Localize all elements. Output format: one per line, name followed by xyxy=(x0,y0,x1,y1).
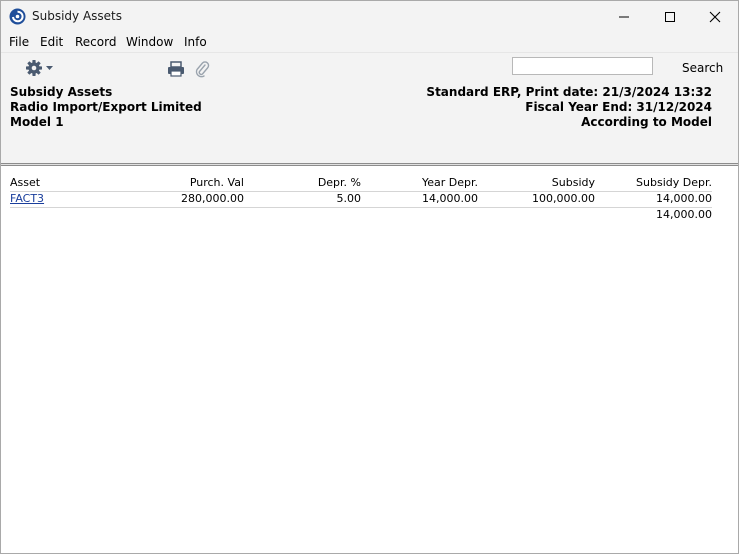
title-bar: Subsidy Assets xyxy=(1,1,738,32)
paperclip-icon[interactable] xyxy=(194,60,210,78)
print-icon[interactable] xyxy=(167,61,185,77)
maximize-icon xyxy=(665,11,675,22)
close-icon xyxy=(709,11,721,22)
report-title: Subsidy Assets xyxy=(10,85,113,99)
subsidy-depr-cell: 14,000.00 xyxy=(656,192,712,205)
app-logo-icon xyxy=(9,8,26,25)
column-header-subsidy: Subsidy xyxy=(551,176,595,189)
close-button[interactable] xyxy=(692,1,738,32)
column-header-asset: Asset xyxy=(10,176,41,189)
menu-bar: File Edit Record Window Info xyxy=(1,32,738,52)
menu-info[interactable]: Info xyxy=(184,35,207,49)
header-divider xyxy=(10,191,712,192)
window-title: Subsidy Assets xyxy=(32,9,123,23)
purch-val-cell: 280,000.00 xyxy=(181,192,244,205)
search-button[interactable]: Search xyxy=(682,61,723,75)
subsidy-cell: 100,000.00 xyxy=(532,192,595,205)
search-input[interactable] xyxy=(512,57,653,75)
print-date: Standard ERP, Print date: 21/3/2024 13:3… xyxy=(426,85,712,99)
minimize-icon xyxy=(619,16,629,17)
year-depr-cell: 14,000.00 xyxy=(422,192,478,205)
column-header-depr-pct: Depr. % xyxy=(317,176,361,189)
model-name: Model 1 xyxy=(10,115,64,129)
header-separator xyxy=(1,163,738,166)
menu-edit[interactable]: Edit xyxy=(40,35,63,49)
maximize-button[interactable] xyxy=(647,1,693,32)
menu-file[interactable]: File xyxy=(9,35,29,49)
column-header-purch-val: Purch. Val xyxy=(189,176,244,189)
menu-window[interactable]: Window xyxy=(126,35,173,49)
row-divider xyxy=(10,207,712,208)
depr-pct-cell: 5.00 xyxy=(336,192,362,205)
gear-icon[interactable] xyxy=(25,59,57,77)
subsidy-assets-window: Subsidy Assets File Edit Record Window I… xyxy=(0,0,739,554)
fiscal-year-end: Fiscal Year End: 31/12/2024 xyxy=(525,100,712,114)
toolbar: Search xyxy=(1,52,738,83)
depreciation-basis: According to Model xyxy=(581,115,712,129)
column-header-year-depr: Year Depr. xyxy=(421,176,478,189)
menu-record[interactable]: Record xyxy=(75,35,116,49)
column-header-subsidy-depr: Subsidy Depr. xyxy=(636,176,712,189)
asset-link[interactable]: FACT3 xyxy=(10,192,44,205)
report-header: Subsidy Assets Radio Import/Export Limit… xyxy=(1,83,738,163)
company-name: Radio Import/Export Limited xyxy=(10,100,202,114)
total-subsidy-depr: 14,000.00 xyxy=(656,208,712,221)
minimize-button[interactable] xyxy=(601,1,647,32)
